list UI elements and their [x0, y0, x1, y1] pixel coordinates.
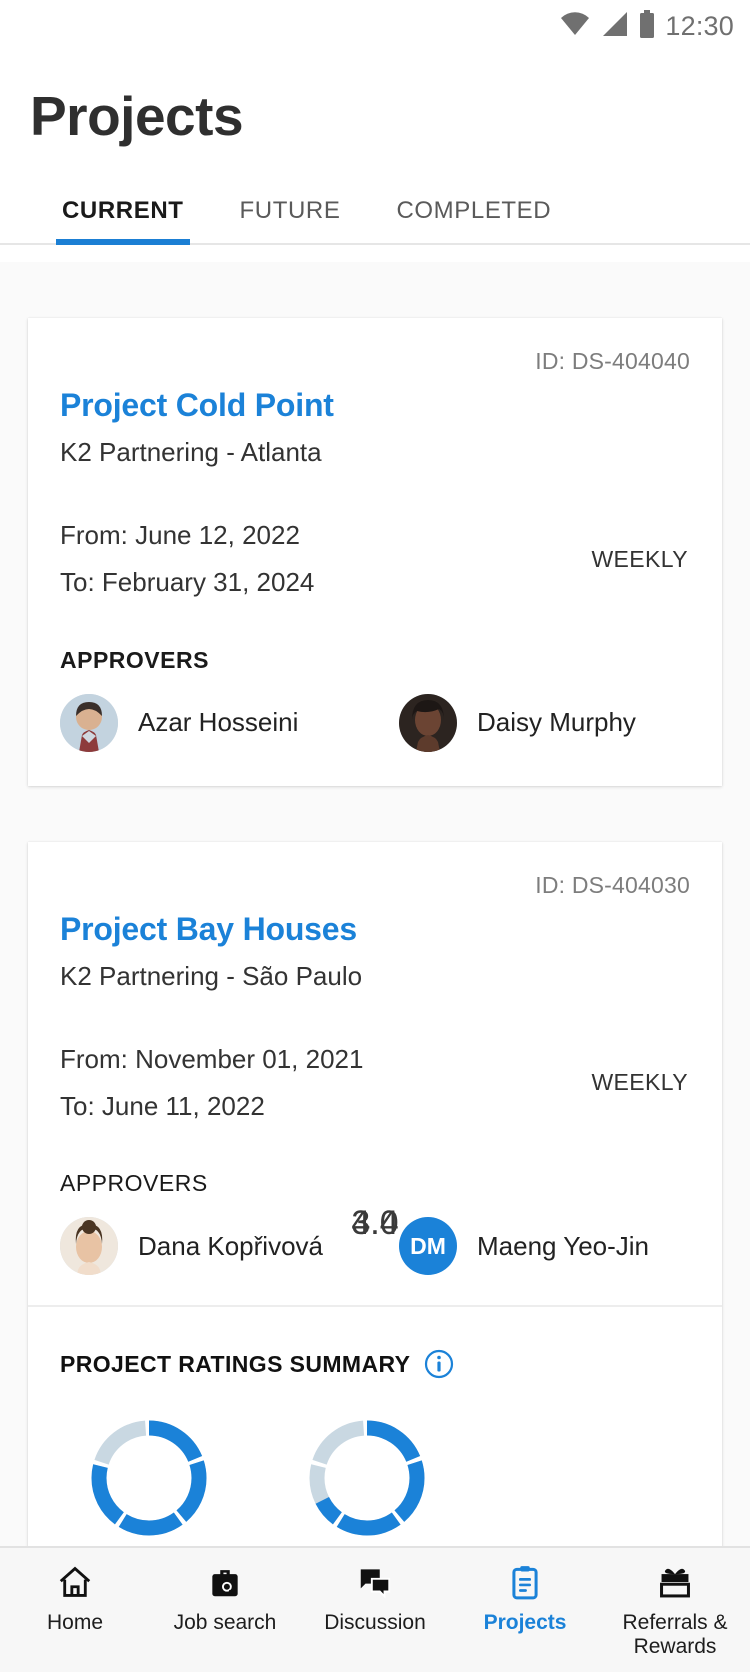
project-ratings-summary: PROJECT RATINGS SUMMARY 4.0 Expertise	[28, 1204, 722, 1546]
clipboard-icon	[505, 1562, 545, 1602]
project-from-date: From: June 12, 2022	[60, 520, 300, 550]
tab-completed[interactable]: COMPLETED	[396, 197, 551, 243]
rating-gauge: 3.4 Quality	[306, 1204, 428, 1546]
tab-future[interactable]: FUTURE	[240, 197, 341, 243]
approvers-list: Azar Hosseini Daisy Murphy	[60, 693, 690, 752]
cellular-signal-icon	[601, 11, 628, 42]
project-client: K2 Partnering - Atlanta	[60, 437, 322, 467]
nav-item-referrals-rewards[interactable]: Referrals & Rewards	[600, 1562, 750, 1659]
approver-item[interactable]: Azar Hosseini	[60, 693, 375, 752]
ratings-gauges: 4.0 Expertise 3.4 Quality	[60, 1204, 690, 1546]
status-bar-time: 12:30	[665, 10, 734, 41]
nav-label: Job search	[173, 1611, 277, 1634]
gauge-value: 3.4	[351, 1204, 399, 1243]
bottom-navigation: Home Job search Discussion Projects Refe…	[0, 1546, 750, 1672]
nav-label: Discussion	[324, 1611, 426, 1634]
project-id: ID: DS-404040	[535, 348, 690, 374]
page-title: Projects	[30, 85, 244, 147]
nav-item-projects[interactable]: Projects	[450, 1562, 600, 1635]
briefcase-search-icon	[205, 1562, 245, 1602]
projects-list[interactable]: ID: DS-404040 Project Cold Point K2 Part…	[0, 262, 750, 1546]
approver-item[interactable]: Daisy Murphy	[375, 693, 690, 752]
tab-bar: CURRENT FUTURE COMPLETED	[0, 197, 750, 245]
nav-item-home[interactable]: Home	[0, 1562, 150, 1635]
app-screen: 12:30 Projects CURRENT FUTURE COMPLETED …	[0, 0, 750, 1672]
avatar	[60, 693, 118, 752]
gift-icon	[655, 1562, 695, 1602]
nav-label: Referrals & Rewards	[622, 1611, 728, 1659]
avatar	[399, 693, 457, 752]
project-frequency: WEEKLY	[591, 545, 688, 572]
home-icon	[55, 1562, 95, 1602]
project-card[interactable]: ID: DS-404040 Project Cold Point K2 Part…	[28, 318, 722, 786]
chat-bubbles-icon	[355, 1562, 395, 1602]
wifi-icon	[560, 11, 590, 42]
nav-item-discussion[interactable]: Discussion	[300, 1562, 450, 1635]
nav-label: Home	[46, 1611, 104, 1634]
approver-name: Azar Hosseini	[138, 707, 299, 738]
status-icons	[560, 9, 655, 43]
status-bar: 12:30	[0, 0, 750, 52]
tab-current[interactable]: CURRENT	[56, 197, 190, 245]
project-dates: From: June 12, 2022 To: February 31, 202…	[60, 512, 591, 607]
approver-name: Daisy Murphy	[477, 707, 636, 738]
nav-item-job-search[interactable]: Job search	[150, 1562, 300, 1635]
project-to-date: To: February 31, 2024	[60, 567, 315, 598]
project-card[interactable]: ID: DS-404030 Project Bay Houses K2 Part…	[28, 841, 722, 1546]
project-dates-row: From: June 12, 2022 To: February 31, 202…	[60, 512, 690, 607]
approvers-label: APPROVERS	[60, 646, 209, 673]
nav-label: Projects	[483, 1611, 567, 1634]
project-name[interactable]: Project Cold Point	[60, 387, 690, 424]
battery-icon	[639, 9, 655, 43]
